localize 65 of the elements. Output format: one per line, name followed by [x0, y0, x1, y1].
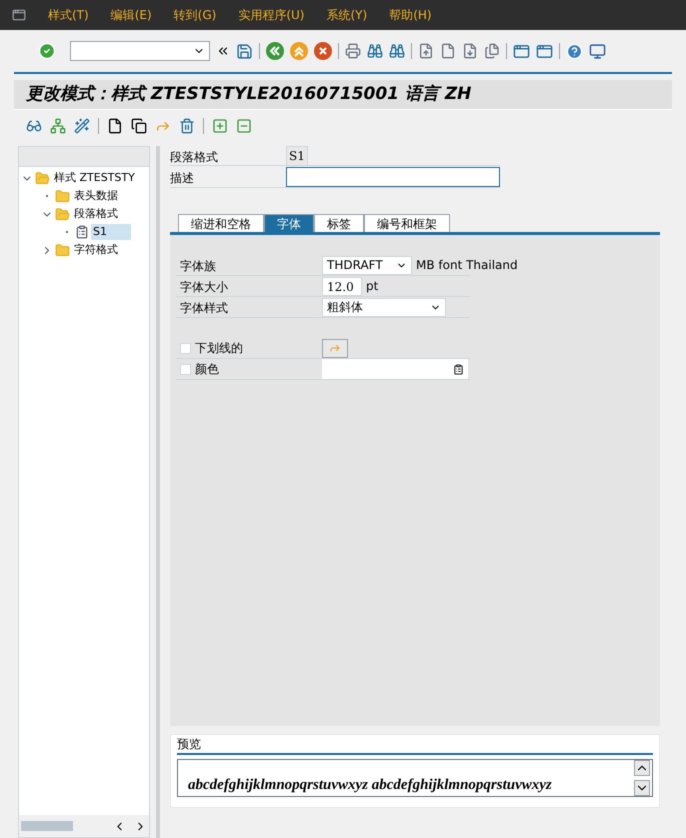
field-label: 字体族 [180, 259, 216, 273]
font-description: MB font Thailand [416, 257, 518, 274]
checkbox-label: 颜色 [195, 361, 219, 378]
new-window-icon[interactable] [513, 42, 530, 60]
back-icon[interactable] [266, 42, 284, 60]
tree-item[interactable]: S1 [91, 224, 131, 240]
save-icon[interactable] [236, 42, 253, 60]
field-label: 字体样式 [180, 301, 228, 315]
menu-item[interactable]: 帮助(H) [389, 6, 432, 24]
font-style-dropdown[interactable]: 粗斜体 [322, 298, 446, 316]
display-icon[interactable] [26, 118, 42, 134]
tree-item[interactable]: 表头数据 [72, 188, 142, 204]
search-icon[interactable] [367, 43, 383, 59]
menu-item[interactable]: 样式(T) [48, 6, 89, 24]
arrow-icon [329, 342, 341, 354]
tree-item[interactable]: 字符格式 [72, 242, 142, 258]
system-menu-icon[interactable] [12, 8, 26, 22]
checkbox-label: 下划线的 [195, 340, 243, 357]
collapse-all-icon[interactable] [236, 118, 252, 134]
preview-text: abcdefghijklmnopqrstuvwxyz abcdefghijklmnopqrstuvwxyz [188, 777, 552, 793]
wand-icon[interactable] [74, 118, 90, 134]
tree-item[interactable]: 段落格式 [72, 206, 142, 222]
title-bar: 更改模式：样式 ZTESTSTYLE20160715001 语言 ZH [14, 80, 672, 110]
expand-all-icon[interactable] [212, 118, 228, 134]
folder-icon [55, 242, 70, 258]
color-field[interactable] [322, 359, 468, 379]
folder-icon [55, 206, 70, 222]
scrollbar-thumb[interactable] [21, 821, 73, 831]
description-field[interactable] [286, 166, 500, 186]
tab[interactable]: 字体 [264, 214, 314, 232]
menu-item[interactable]: 转到(G) [174, 6, 216, 24]
hierarchy-icon[interactable] [50, 118, 66, 134]
field-label: 字体大小 [180, 280, 228, 294]
field-label: 段落格式 [170, 150, 218, 164]
help-icon[interactable] [566, 42, 583, 60]
monitor-icon[interactable] [589, 42, 606, 60]
tab[interactable]: 标签 [314, 214, 364, 232]
menu-item[interactable]: 实用程序(U) [238, 6, 304, 24]
font-family-dropdown[interactable]: THDRAFT [322, 256, 412, 274]
preview-title: 预览 [177, 737, 201, 751]
tab[interactable]: 编号和框架 [364, 214, 450, 232]
scroll-up-icon[interactable] [634, 760, 650, 776]
document-icon [75, 225, 89, 239]
menu-item[interactable]: 编辑(E) [110, 6, 152, 24]
field-label: 描述 [170, 170, 194, 184]
paragraph-value: S1 [286, 146, 308, 166]
checkbox[interactable] [180, 364, 191, 374]
cancel-icon[interactable] [314, 42, 332, 60]
scroll-down-icon[interactable] [634, 780, 650, 796]
tab[interactable]: 缩进和空格 [178, 214, 264, 232]
menu-item[interactable]: 系统(Y) [326, 6, 368, 24]
delete-icon[interactable] [179, 118, 195, 134]
copy-icon[interactable] [131, 118, 147, 134]
list-icon [453, 364, 464, 374]
font-size-field[interactable]: 12.0 [322, 276, 362, 296]
tree-item[interactable]: 样式 ZTESTSTY [52, 170, 149, 186]
command-field[interactable] [70, 41, 210, 61]
confirm-icon[interactable] [38, 42, 56, 60]
new-document-icon[interactable] [107, 118, 123, 134]
folder-icon [35, 170, 50, 186]
search-next-icon[interactable] [389, 43, 405, 59]
unit-label: pt [366, 278, 378, 295]
folder-icon [55, 188, 70, 204]
print-icon[interactable] [345, 43, 361, 59]
checkbox[interactable] [180, 342, 191, 354]
